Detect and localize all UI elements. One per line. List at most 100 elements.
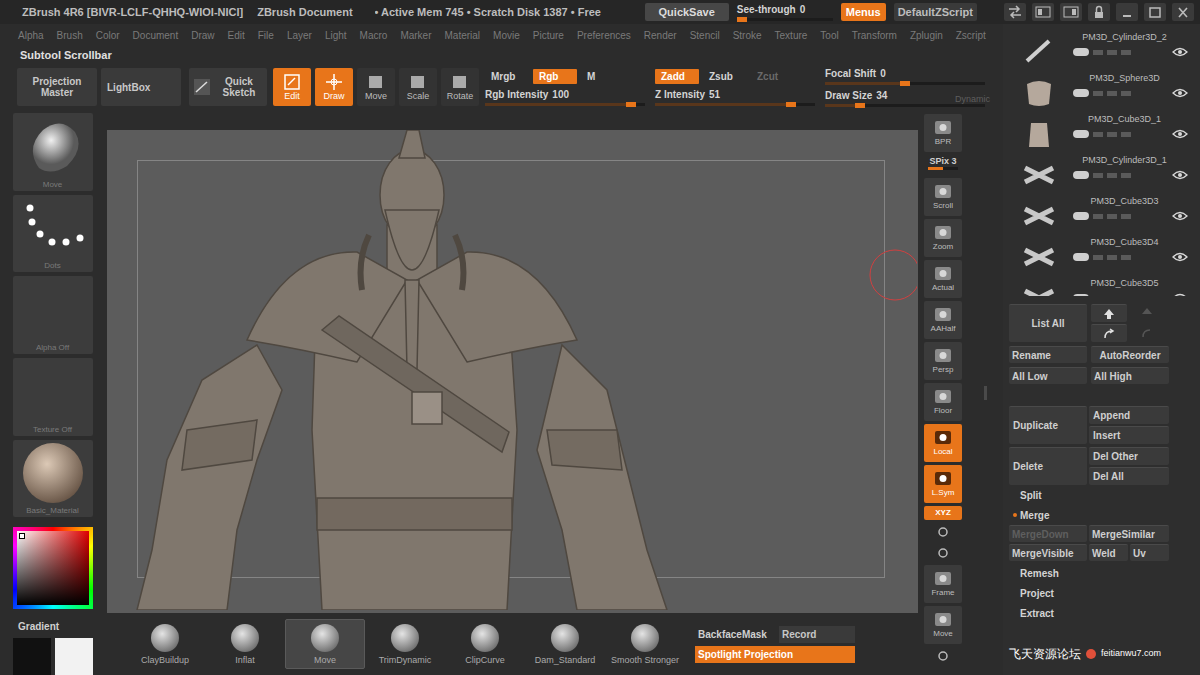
menu-item[interactable]: Brush [57,28,83,43]
window-button[interactable] [1060,3,1082,21]
toggle-c[interactable] [1121,214,1131,219]
panel-section[interactable]: Project [1009,583,1194,603]
merge-button[interactable]: MergeSimilar [1089,525,1169,542]
menu-item[interactable]: File [258,28,274,43]
auto-reorder-button[interactable]: AutoReorder [1091,346,1169,363]
window-button[interactable] [1032,3,1054,21]
toggle-c[interactable] [1121,173,1131,178]
shelf-brush[interactable]: TrimDynamic [365,619,445,669]
visibility-toggle[interactable] [1172,170,1188,180]
polypaint-toggle[interactable] [1073,130,1089,138]
mode-button[interactable]: Move [357,68,395,106]
color-cursor[interactable] [19,533,25,539]
toggle-a[interactable] [1093,50,1103,55]
visibility-toggle[interactable] [1172,211,1188,221]
channel-button[interactable]: Mrgb [485,69,529,84]
move-up-button[interactable] [1091,304,1127,322]
backface-mask-button[interactable]: BackfaceMask [695,626,777,643]
duplicate-button[interactable]: Duplicate [1009,406,1087,444]
channel-button[interactable]: Zadd [655,69,699,84]
lightbox-button[interactable]: LightBox [101,68,181,106]
secondary-color-swatch[interactable] [13,638,51,675]
list-all-button[interactable]: List All [1009,304,1087,342]
menu-item[interactable]: Material [445,28,481,43]
slider-track[interactable] [825,82,985,85]
visibility-toggle[interactable] [1172,293,1188,296]
del-other-button[interactable]: Del Other [1089,447,1169,465]
menu-item[interactable]: Marker [400,28,431,43]
menu-item[interactable]: Color [96,28,120,43]
menu-item[interactable]: Picture [533,28,564,43]
toggle-a[interactable] [1093,296,1103,297]
spotlight-projection-button[interactable]: Spotlight Projection [695,646,855,663]
shelf-brush[interactable]: ClipCurve [445,619,525,669]
subtool-item[interactable]: PM3D_Cube3D3 [1003,194,1200,235]
toggle-a[interactable] [1093,173,1103,178]
append-button[interactable]: Append [1089,406,1169,424]
polypaint-toggle[interactable] [1073,253,1089,261]
menu-item[interactable]: Alpha [18,28,44,43]
quicksave-button[interactable]: QuickSave [645,3,729,21]
slider[interactable]: Z Intensity51 [655,88,815,106]
window-button[interactable] [1172,3,1194,21]
default-zscript-button[interactable]: DefaultZScript [894,3,977,21]
toggle-c[interactable] [1121,296,1131,297]
view-button[interactable]: Frame [924,565,962,603]
slider-knob[interactable] [626,102,636,107]
shelf-brush[interactable]: Smooth Stronger [605,619,685,669]
view-button[interactable]: Floor [924,383,962,421]
menu-item[interactable]: Texture [775,28,808,43]
view-button[interactable]: BPR [924,114,962,152]
shelf-brush[interactable]: Move [285,619,365,669]
window-button[interactable] [1088,3,1110,21]
spix-track[interactable] [928,167,958,170]
slider-track[interactable] [825,104,985,107]
menu-item[interactable]: Document [133,28,179,43]
view-button[interactable]: Scroll [924,178,962,216]
polypaint-toggle[interactable] [1073,171,1089,179]
view-button[interactable]: Actual [924,260,962,298]
visibility-toggle[interactable] [1172,129,1188,139]
menu-item[interactable]: Stencil [690,28,720,43]
insert-button[interactable]: Insert [1089,426,1169,444]
window-button[interactable] [1116,3,1138,21]
toggle-b[interactable] [1107,255,1117,260]
toggle-c[interactable] [1121,91,1131,96]
view-button[interactable]: Local [924,424,962,462]
slider[interactable]: Focal Shift0 [825,67,985,85]
shelf-brush[interactable]: Dam_Standard [525,619,605,669]
menus-toggle[interactable]: Menus [841,3,886,21]
subtool-item[interactable]: PM3D_Cylinder3D_2 [1003,30,1200,71]
slider[interactable]: Draw Size34 [825,89,985,107]
merge-button[interactable]: MergeVisible [1009,544,1087,561]
menu-item[interactable]: Zplugin [910,28,943,43]
move-top-button[interactable] [1131,304,1163,322]
polypaint-toggle[interactable] [1073,294,1089,296]
tool-slot[interactable]: Dots [13,195,93,273]
merge-button[interactable]: Uv [1130,544,1169,561]
rename-button[interactable]: Rename [1009,346,1087,363]
view-button[interactable]: Zoom [924,219,962,257]
view-button[interactable]: AAHalf [924,301,962,339]
document-canvas[interactable] [107,130,918,613]
window-button[interactable] [1144,3,1166,21]
slider-knob[interactable] [737,17,747,22]
projection-master-button[interactable]: Projection Master [17,68,97,106]
tool-slot[interactable]: Texture Off [13,358,93,436]
panel-section[interactable]: Split [1009,485,1194,505]
toggle-c[interactable] [1121,255,1131,260]
menu-item[interactable]: Light [325,28,347,43]
toggle-b[interactable] [1107,91,1117,96]
subtool-item[interactable]: PM3D_Sphere3D [1003,71,1200,112]
all-high-button[interactable]: All High [1091,367,1169,384]
toggle-a[interactable] [1093,91,1103,96]
menu-item[interactable]: Stroke [733,28,762,43]
xyz-button[interactable]: XYZ [924,506,962,520]
menu-item[interactable]: Zscript [956,28,986,43]
quick-sketch-button[interactable]: Quick Sketch [189,68,267,106]
slider-track[interactable] [485,103,645,106]
slider-track[interactable] [737,18,833,21]
color-picker[interactable] [13,527,93,609]
mini-button[interactable] [924,544,962,562]
record-button[interactable]: Record [779,626,855,643]
